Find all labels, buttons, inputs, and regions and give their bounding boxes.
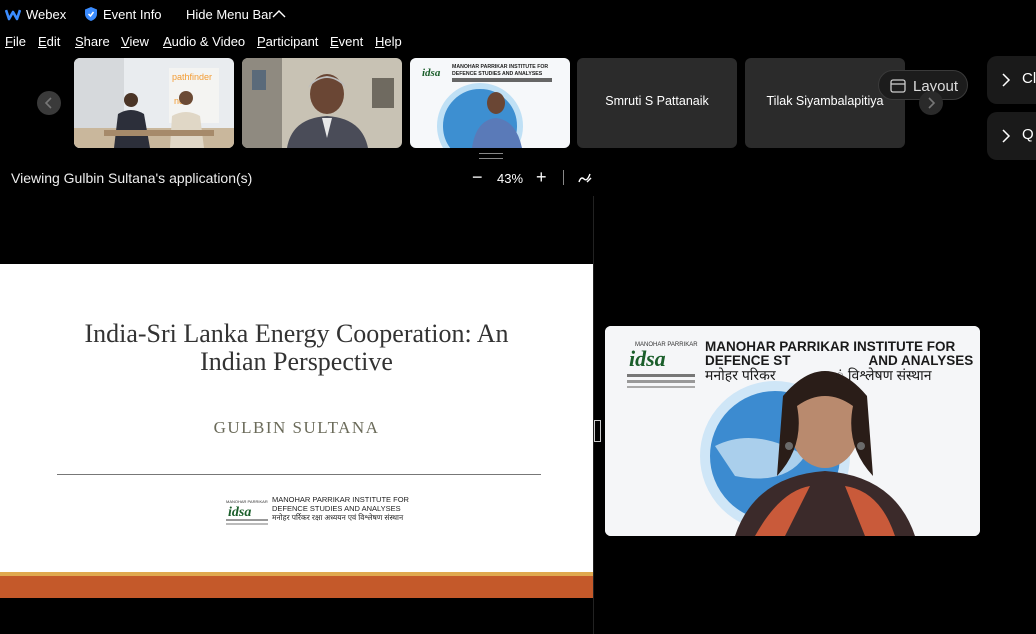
participant-video-tile[interactable]	[242, 58, 402, 148]
hide-menu-bar-button[interactable]: Hide Menu Bar	[186, 7, 273, 22]
svg-text:idsa: idsa	[629, 346, 666, 371]
participant-video-tile[interactable]: idsa MANOHAR PARRIKAR INSTITUTE FOR DEFE…	[410, 58, 570, 148]
slide-title-line: Indian Perspective	[200, 347, 393, 376]
speaker-banner-text: MANOHAR PARRIKAR INSTITUTE FOR DEFENCE S…	[705, 339, 974, 383]
app-name: Webex	[26, 7, 67, 22]
menu-help[interactable]: Help	[375, 34, 402, 49]
logo-text-line: मनोहर पर्रिकर रक्षा अध्ययन एवं विश्लेषण …	[272, 513, 404, 522]
active-speaker-video[interactable]: idsa MANOHAR PARRIKAR MANOHAR PARRIKAR I…	[605, 326, 980, 536]
menu-participant[interactable]: Participant	[257, 34, 318, 49]
participant-name: Tilak Siyambalapitiya	[766, 94, 884, 108]
chevron-up-icon[interactable]	[272, 8, 286, 20]
banner-line: AND ANALYSES	[868, 353, 974, 368]
banner-line: MANOHAR PARRIKAR INSTITUTE FOR	[705, 339, 956, 354]
banner-line: DEFENCE ST	[705, 353, 791, 368]
chat-panel-label: Cl	[1022, 70, 1036, 87]
svg-text:MANOHAR PARRIKAR INSTITUTE FOR: MANOHAR PARRIKAR INSTITUTE FOR	[452, 64, 548, 70]
chevron-right-icon	[1002, 73, 1011, 87]
zoom-out-button[interactable]: −	[472, 168, 483, 186]
strip-resize-handle[interactable]	[479, 153, 503, 159]
participant-video: idsa MANOHAR PARRIKAR INSTITUTE FOR DEFE…	[410, 58, 570, 148]
menu-event[interactable]: Event	[330, 34, 363, 49]
participant-name: Smruti S Pattanaik	[605, 94, 709, 108]
chevron-right-icon	[928, 97, 936, 109]
participant-video	[242, 58, 402, 148]
slide-footer-band	[0, 576, 593, 598]
title-bar: Webex Event Info Hide Menu Bar	[0, 0, 1036, 28]
menu-edit[interactable]: Edit	[38, 34, 60, 49]
logo-text-line: MANOHAR PARRIKAR INSTITUTE FOR	[272, 495, 409, 504]
svg-text:DEFENCE STUDIES AND ANALYSES: DEFENCE STUDIES AND ANALYSES	[452, 71, 543, 77]
toolbar-divider	[563, 170, 564, 185]
participant-video: pathfinder nder	[74, 58, 234, 148]
split-resize-handle[interactable]	[594, 420, 601, 442]
participant-video-tile[interactable]: pathfinder nder	[74, 58, 234, 148]
svg-text:MANOHAR PARRIKAR: MANOHAR PARRIKAR	[635, 342, 698, 348]
layout-icon	[890, 79, 906, 93]
zoom-in-button[interactable]: +	[536, 168, 547, 186]
participant-name-tile[interactable]: Tilak Siyambalapitiya	[745, 58, 905, 148]
logo-text-line: DEFENCE STUDIES AND ANALYSES	[272, 504, 401, 513]
previous-participants-button[interactable]	[37, 91, 61, 115]
zoom-level: 43%	[497, 171, 524, 186]
menu-share[interactable]: Share	[75, 34, 110, 49]
chat-panel-button[interactable]: Cl	[987, 56, 1036, 104]
slide-logo-text: MANOHAR PARRIKAR INSTITUTE FOR DEFENCE S…	[272, 495, 409, 522]
menu-view[interactable]: View	[121, 34, 149, 49]
shield-icon[interactable]	[84, 6, 98, 22]
qa-panel-label: Q	[1022, 126, 1034, 143]
next-participants-button[interactable]	[919, 91, 943, 115]
svg-text:pathfinder: pathfinder	[172, 72, 212, 82]
slide-title: India-Sri Lanka Energy Cooperation: An I…	[40, 320, 553, 376]
split-divider	[593, 196, 594, 634]
chevron-right-icon	[1002, 129, 1011, 143]
annotate-icon[interactable]	[577, 170, 593, 186]
slide-divider	[57, 474, 541, 475]
banner-line: ं विश्लेषण संस्थान	[835, 367, 932, 383]
svg-text:idsa: idsa	[228, 505, 251, 520]
participant-name-tile[interactable]: Smruti S Pattanaik	[577, 58, 737, 148]
menu-file[interactable]: File	[5, 34, 26, 49]
viewing-label: Viewing Gulbin Sultana's application(s)	[11, 170, 253, 186]
slide-author: GULBIN SULTANA	[213, 418, 380, 437]
event-info-button[interactable]: Event Info	[103, 7, 162, 22]
slide-title-line: India-Sri Lanka Energy Cooperation: An	[84, 319, 509, 348]
chevron-left-icon	[44, 97, 52, 109]
webex-logo-icon	[5, 9, 21, 21]
svg-text:MANOHAR PARRIKAR: MANOHAR PARRIKAR	[226, 499, 268, 504]
qa-panel-button[interactable]: Q	[987, 112, 1036, 160]
banner-line: मनोहर परिकर	[705, 367, 776, 383]
svg-text:idsa: idsa	[422, 67, 441, 79]
menu-audio-video[interactable]: Audio & Video	[163, 34, 245, 49]
